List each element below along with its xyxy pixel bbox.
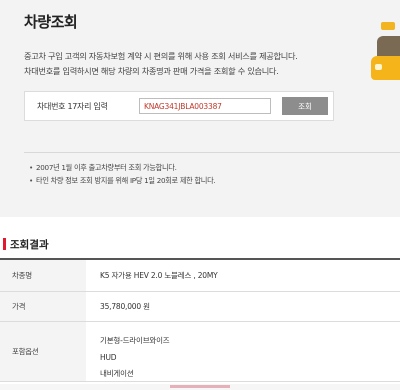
vin-input[interactable] (139, 98, 271, 114)
intro-text: 중고차 구입 고객의 자동차보험 계약 시 편의를 위해 사용 조회 서비스를 … (24, 49, 298, 79)
price-label: 가격 (0, 292, 86, 321)
result-title: 조회결과 (3, 238, 49, 251)
search-button[interactable]: 조회 (282, 97, 328, 115)
model-label: 차종명 (0, 260, 86, 291)
vin-search-box: 차대번호 17자리 입력 조회 (24, 91, 334, 121)
options-label: 포함옵션 (0, 322, 86, 381)
result-table: 차종명 K5 자가용 HEV 2.0 노블레스 , 20MY 가격 35,780… (0, 258, 400, 382)
notes-list: 2007년 1월 이후 출고차량부터 조회 가능합니다. 타인 차량 정보 조회… (29, 161, 216, 187)
intro-line: 중고차 구입 고객의 자동차보험 계약 시 편의를 위해 사용 조회 서비스를 … (24, 51, 298, 61)
taxi-illustration (365, 22, 400, 82)
table-row: 차종명 K5 자가용 HEV 2.0 노블레스 , 20MY (0, 260, 400, 292)
table-row: 포함옵션 기본형-드라이브와이즈 HUD 내비게이션 (0, 322, 400, 382)
option-item: HUD (100, 352, 117, 362)
model-value: K5 자가용 HEV 2.0 노블레스 , 20MY (100, 271, 218, 280)
page-title: 차량조회 (24, 13, 78, 31)
option-item: 기본형-드라이브와이즈 (100, 336, 170, 345)
price-value: 35,780,000 원 (100, 302, 150, 311)
divider (24, 152, 400, 153)
footer-strip (0, 384, 400, 390)
option-item: 내비게이션 (100, 369, 134, 378)
options-value: 기본형-드라이브와이즈 HUD 내비게이션 (86, 322, 400, 381)
table-row: 가격 35,780,000 원 (0, 292, 400, 322)
intro-line: 차대번호를 입력하시면 해당 차량의 차종명과 판매 가격을 조회할 수 있습니… (24, 66, 279, 76)
vin-input-label: 차대번호 17자리 입력 (37, 102, 108, 111)
note-item: 타인 차량 정보 조회 방지를 위해 IP당 1일 20회로 제한 합니다. (29, 174, 216, 187)
vehicle-lookup-panel: 차량조회 중고차 구입 고객의 자동차보험 계약 시 편의를 위해 사용 조회 … (0, 0, 400, 217)
note-item: 2007년 1월 이후 출고차량부터 조회 가능합니다. (29, 161, 215, 174)
